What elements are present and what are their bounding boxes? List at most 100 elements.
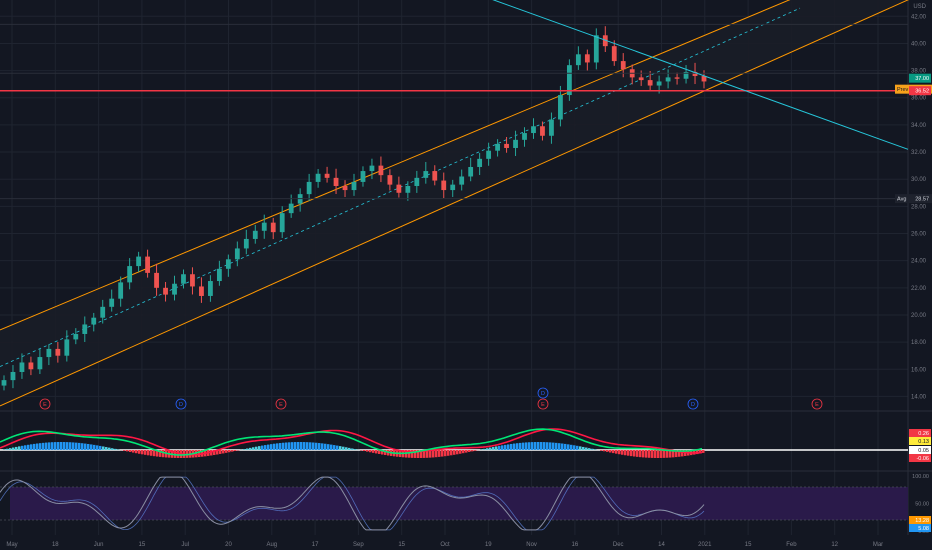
histogram-bar [501,445,504,450]
candle-body [369,165,375,172]
histogram-bar [603,450,606,452]
histogram-bar [375,450,378,454]
histogram-bar [108,447,111,450]
candle-body [665,77,671,82]
histogram-bar [60,442,63,450]
histogram-bar [552,442,555,450]
histogram-bar [336,445,339,450]
histogram-bar [516,443,519,450]
time-tick-label: 12 [831,542,838,548]
histogram-bar [639,450,642,458]
time-tick-label: 15 [139,542,146,548]
candle-body [378,165,384,176]
histogram-bar [363,450,366,452]
histogram-bar [468,450,471,452]
histogram-bar [246,448,249,450]
last-price-label: 37.00 [915,76,929,82]
candle-body [127,266,133,283]
chart-canvas[interactable]: E D EDE D E USD 14.0016.0018.0020.0022.0024.… [0,0,932,550]
histogram-bar [330,444,333,450]
osc2-tick: 100.00 [912,474,929,480]
candle-body [342,185,348,191]
histogram-bar [615,450,618,454]
histogram-bar [459,450,462,454]
histogram-bar [543,442,546,450]
candle-body [270,222,276,233]
price-tick-label: 22.00 [911,286,927,292]
candle-body [513,139,518,148]
histogram-bar [270,444,273,450]
histogram-bar [57,442,60,450]
histogram-bar [528,442,531,450]
histogram-bar [282,442,285,450]
histogram-bar [372,450,375,453]
histogram-bar [609,450,612,453]
time-tick-label: Dec [613,542,624,548]
histogram-bar [570,444,573,450]
histogram-bar [114,448,117,450]
histogram-bar [150,450,153,456]
price-tick-label: 14.00 [911,394,927,400]
histogram-bar [264,445,267,450]
histogram-bar [300,442,303,450]
histogram-bar [84,443,87,450]
histogram-bar [273,443,276,450]
osc1-label: -0.06 [916,456,929,462]
time-tick-label: Nov [526,542,537,548]
histogram-bar [87,443,90,450]
candle-body [55,348,61,356]
candle-body [100,306,106,318]
time-tick-label: Oct [440,542,450,548]
histogram-bar [522,442,525,450]
histogram-bar [351,448,354,450]
time-tick-label: Jun [94,542,104,548]
histogram-bar [309,442,312,450]
time-tick-label: 19 [485,542,492,548]
candle-body [360,171,366,182]
histogram-bar [111,448,114,450]
histogram-bar [492,447,495,450]
histogram-bar [297,442,300,450]
candle-body [468,166,474,177]
histogram-bar [558,443,561,450]
candle-body [486,150,492,159]
histogram-bar [48,442,51,450]
histogram-bar [129,450,132,453]
histogram-bar [147,450,150,456]
osc2-label: 5.08 [918,526,929,532]
histogram-bar [438,450,441,457]
candle-body [477,158,483,167]
osc1-label: 0.26 [918,431,929,437]
histogram-bar [432,450,435,458]
histogram-bar [162,450,165,458]
histogram-bar [621,450,624,455]
prev-label-name: Prev [897,87,909,93]
candle-body [558,95,563,120]
candle-body [423,171,429,178]
histogram-bar [345,447,348,450]
histogram-bar [588,448,591,450]
histogram-bar [462,450,465,454]
candle-body [279,213,285,233]
histogram-bar [666,450,669,458]
time-tick-label: Jul [181,542,189,548]
histogram-bar [285,442,288,450]
histogram-bar [267,444,270,450]
price-tick-label: 26.00 [911,232,927,238]
histogram-bar [663,450,666,458]
currency-label: USD [913,4,926,10]
osc2-label: 13.28 [915,518,929,524]
histogram-bar [342,446,345,450]
histogram-bar [612,450,615,454]
histogram-bar [339,446,342,450]
price-tick-label: 20.00 [911,313,927,319]
candle-body [432,171,438,181]
candle-body [19,362,25,372]
candle-body [261,222,267,231]
candle-body [387,175,393,185]
histogram-bar [102,446,105,450]
candle-body [1,380,7,386]
candle-body [441,180,447,191]
candle-body [73,333,79,340]
histogram-bar [324,443,327,450]
